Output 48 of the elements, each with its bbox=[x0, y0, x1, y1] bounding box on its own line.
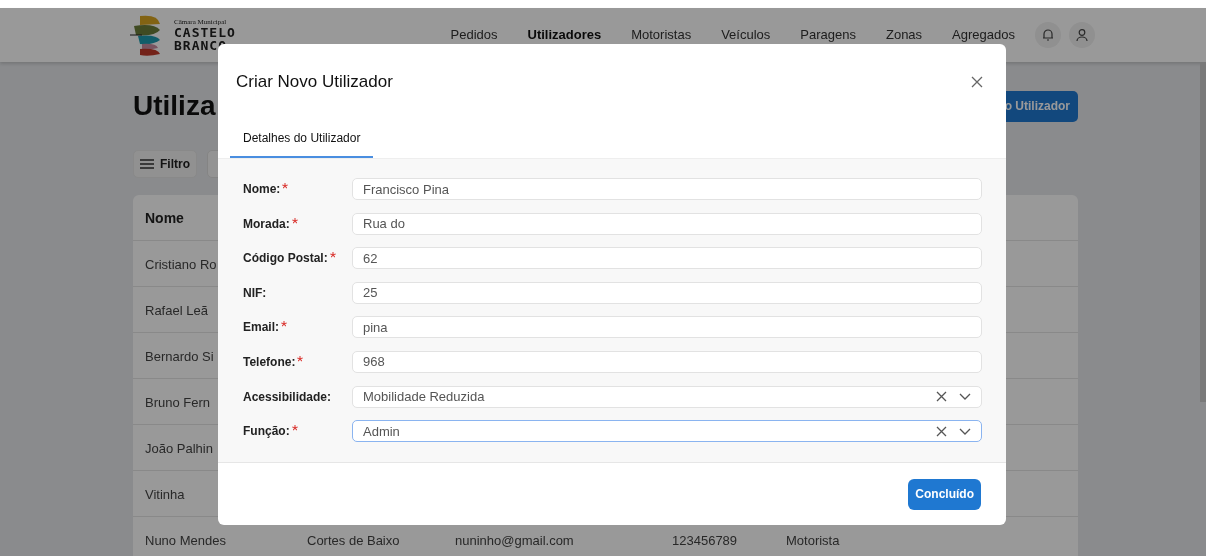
field-label: Morada: bbox=[243, 216, 290, 231]
logo-wordmark: CASTELO bbox=[174, 25, 236, 39]
table-cell: Vitinha bbox=[145, 486, 185, 502]
menu-icon bbox=[140, 159, 154, 169]
nav-link[interactable]: Paragens bbox=[800, 27, 856, 42]
field-label: Acessibilidade: bbox=[243, 389, 332, 404]
table-cell: nuninho@gmail.com bbox=[455, 532, 574, 548]
nav-link[interactable]: Agregados bbox=[952, 27, 1015, 42]
field-label: Função: bbox=[243, 424, 290, 439]
table-cell: 123456789 bbox=[672, 532, 738, 548]
nav-link[interactable]: Veículos bbox=[721, 27, 771, 42]
user-icon[interactable] bbox=[1069, 22, 1095, 48]
table-cell: Nuno Mendes bbox=[145, 532, 226, 548]
input-field[interactable]: 25 bbox=[352, 281, 982, 304]
select-field[interactable]: Mobilidade Reduzida bbox=[352, 385, 982, 408]
nav-link[interactable]: Pedidos bbox=[450, 27, 498, 42]
table-cell: João Palhin bbox=[145, 440, 213, 456]
field-label: Email: bbox=[243, 320, 279, 335]
nav-link[interactable]: Motoristas bbox=[631, 27, 692, 42]
input-field[interactable]: pina bbox=[352, 316, 982, 339]
filter-button[interactable]: Filtro bbox=[133, 150, 197, 178]
nav-link[interactable]: Utilizadores bbox=[527, 27, 602, 42]
clear-icon[interactable] bbox=[936, 391, 947, 403]
table-cell: Motorista bbox=[786, 532, 840, 548]
table-cell: Rafael Leã bbox=[145, 302, 208, 318]
table-cell: Bernardo Si bbox=[145, 348, 214, 364]
input-field[interactable]: 62 bbox=[352, 247, 982, 270]
field-label: Telefone: bbox=[243, 354, 296, 369]
table-cell: Bruno Fern bbox=[145, 394, 211, 410]
done-button[interactable]: Concluído bbox=[908, 478, 981, 510]
dialog-title: Criar Novo Utilizador bbox=[236, 72, 393, 92]
table-cell: Cristiano Ro bbox=[145, 256, 217, 272]
input-field[interactable]: Francisco Pina bbox=[352, 178, 982, 200]
select-field[interactable]: Admin bbox=[352, 420, 982, 443]
page-title: Utiliza bbox=[133, 90, 216, 122]
close-icon[interactable] bbox=[970, 75, 984, 89]
input-field[interactable]: Rua do bbox=[352, 212, 982, 235]
bell-icon[interactable] bbox=[1035, 22, 1061, 48]
table-cell: Cortes de Baixo bbox=[307, 532, 400, 548]
field-label: Nome: bbox=[243, 182, 281, 196]
clear-icon[interactable] bbox=[936, 425, 947, 437]
column-header: Nome bbox=[145, 209, 184, 226]
input-field[interactable]: 968 bbox=[352, 350, 982, 373]
field-label: NIF: bbox=[243, 285, 267, 300]
chevron-down-icon[interactable] bbox=[959, 427, 971, 435]
field-label: Código Postal: bbox=[243, 251, 328, 266]
chevron-down-icon[interactable] bbox=[959, 393, 971, 401]
nav-link[interactable]: Zonas bbox=[885, 27, 923, 42]
